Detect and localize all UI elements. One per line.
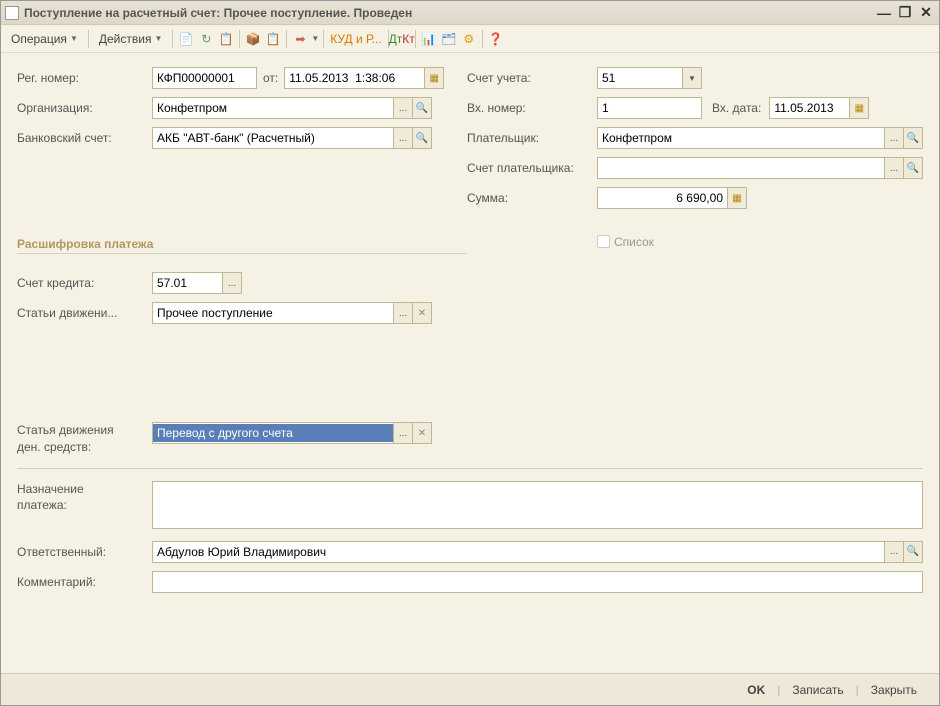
select-icon[interactable]: ...: [393, 128, 412, 148]
account-label: Счет учета:: [467, 71, 597, 85]
payer-label: Плательщик:: [467, 131, 597, 145]
reg-number-label: Рег. номер:: [17, 71, 152, 85]
organization-label: Организация:: [17, 101, 152, 115]
maximize-button[interactable]: ❐: [896, 5, 914, 21]
select-icon[interactable]: ...: [884, 158, 903, 178]
structure-icon[interactable]: 🗂: [440, 30, 458, 48]
responsible-label: Ответственный:: [17, 545, 152, 559]
comment-label: Комментарий:: [17, 575, 152, 589]
cashflow-article-label: Статья движения ден. средств:: [17, 422, 152, 456]
search-icon[interactable]: 🔍: [903, 158, 922, 178]
section-title: Расшифровка платежа: [17, 237, 467, 254]
content-area: Рег. номер: от: ▦ Счет учета: ▼: [1, 53, 939, 615]
movement-article-label: Статьи движени...: [17, 306, 152, 320]
payer-account-input[interactable]: ... 🔍: [597, 157, 923, 179]
checkbox-icon[interactable]: [597, 235, 610, 248]
purpose-textarea[interactable]: [152, 481, 923, 529]
search-icon[interactable]: 🔍: [412, 128, 431, 148]
app-window: Поступление на расчетный счет: Прочее по…: [0, 0, 940, 706]
comment-input[interactable]: [152, 571, 923, 593]
titlebar: Поступление на расчетный счет: Прочее по…: [1, 1, 939, 25]
calculator-icon[interactable]: ▦: [727, 188, 746, 208]
search-icon[interactable]: 🔍: [903, 128, 922, 148]
footer: OK | Записать | Закрыть: [1, 673, 939, 705]
list-checkbox[interactable]: Список: [597, 235, 654, 249]
refresh-icon[interactable]: ↻: [197, 30, 215, 48]
payer-input[interactable]: ... 🔍: [597, 127, 923, 149]
ok-button[interactable]: OK: [737, 679, 775, 701]
cashflow-article-input[interactable]: ... ✕: [152, 422, 432, 444]
responsible-input[interactable]: ... 🔍: [152, 541, 923, 563]
close-button[interactable]: Закрыть: [861, 679, 927, 701]
list-icon[interactable]: 📋: [264, 30, 282, 48]
settings-icon[interactable]: ⚙: [460, 30, 478, 48]
new-icon[interactable]: 📄: [177, 30, 195, 48]
toolbar: Операция▼ Действия▼ 📄 ↻ 📋 📦 📋 ➡ ▼ КУД и …: [1, 25, 939, 53]
actions-menu[interactable]: Действия▼: [93, 29, 169, 49]
kudr-button[interactable]: КУД и Р...: [328, 32, 383, 46]
in-date-input[interactable]: ▦: [769, 97, 869, 119]
basedon-icon[interactable]: 📦: [244, 30, 262, 48]
in-date-label: Вх. дата:: [712, 101, 761, 115]
calendar-icon[interactable]: ▦: [849, 98, 868, 118]
calendar-icon[interactable]: ▦: [424, 68, 443, 88]
clear-icon[interactable]: ✕: [412, 303, 431, 323]
in-number-input[interactable]: [597, 97, 702, 119]
sum-input[interactable]: ▦: [597, 187, 747, 209]
credit-account-label: Счет кредита:: [17, 276, 152, 290]
datetime-input[interactable]: ▦: [284, 67, 444, 89]
from-label: от:: [263, 71, 278, 85]
operation-menu[interactable]: Операция▼: [5, 29, 84, 49]
dropdown-icon[interactable]: ▼: [682, 68, 701, 88]
sum-label: Сумма:: [467, 191, 597, 205]
in-number-label: Вх. номер:: [467, 101, 597, 115]
bank-account-label: Банковский счет:: [17, 131, 152, 145]
dtkt-icon[interactable]: ДтКт: [393, 30, 411, 48]
select-icon[interactable]: ...: [884, 542, 903, 562]
select-icon[interactable]: ...: [393, 98, 412, 118]
select-icon[interactable]: ...: [393, 303, 412, 323]
post-icon[interactable]: 📋: [217, 30, 235, 48]
movement-article-input[interactable]: ... ✕: [152, 302, 432, 324]
close-button[interactable]: ✕: [917, 5, 935, 21]
purpose-label: Назначение платежа:: [17, 481, 152, 515]
document-icon: [5, 6, 19, 20]
minimize-button[interactable]: —: [875, 5, 893, 21]
select-icon[interactable]: ...: [393, 423, 412, 443]
window-title: Поступление на расчетный счет: Прочее по…: [24, 6, 875, 20]
goto-icon[interactable]: ➡: [291, 30, 309, 48]
search-icon[interactable]: 🔍: [412, 98, 431, 118]
bank-account-input[interactable]: ... 🔍: [152, 127, 432, 149]
search-icon[interactable]: 🔍: [903, 542, 922, 562]
save-button[interactable]: Записать: [782, 679, 853, 701]
credit-account-input[interactable]: ...: [152, 272, 242, 294]
select-icon[interactable]: ...: [884, 128, 903, 148]
organization-input[interactable]: ... 🔍: [152, 97, 432, 119]
account-select[interactable]: ▼: [597, 67, 702, 89]
reg-number-input[interactable]: [152, 67, 257, 89]
clear-icon[interactable]: ✕: [412, 423, 431, 443]
payer-account-label: Счет плательщика:: [467, 161, 597, 175]
help-icon[interactable]: ❓: [487, 30, 505, 48]
report-icon[interactable]: 📊: [420, 30, 438, 48]
select-icon[interactable]: ...: [222, 273, 241, 293]
